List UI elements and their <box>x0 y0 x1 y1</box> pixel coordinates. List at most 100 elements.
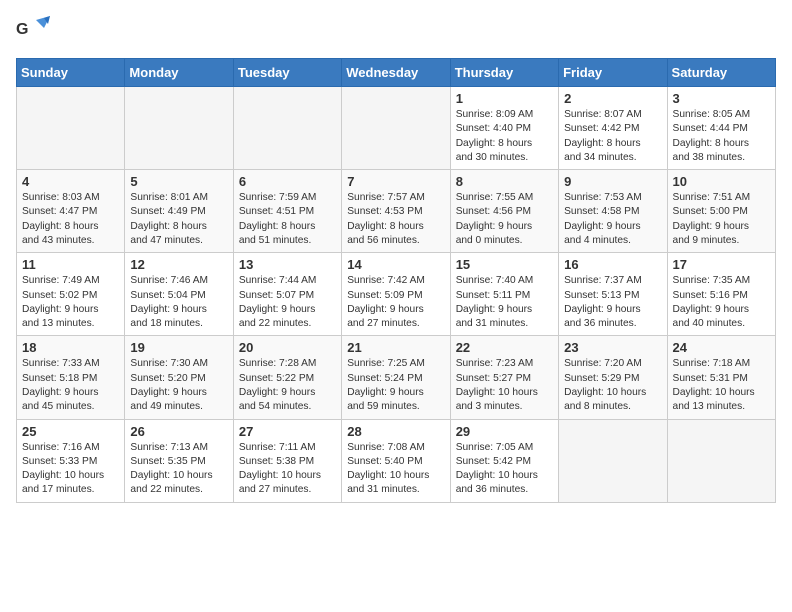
day-content: Sunrise: 7:46 AM Sunset: 5:04 PM Dayligh… <box>130 274 227 331</box>
col-header-friday: Friday <box>559 59 667 87</box>
day-content: Sunrise: 7:28 AM Sunset: 5:22 PM Dayligh… <box>239 357 336 414</box>
calendar-cell: 13 Sunrise: 7:44 AM Sunset: 5:07 PM Dayli… <box>233 253 341 336</box>
calendar-cell: 29 Sunrise: 7:05 AM Sunset: 5:42 PM Dayli… <box>450 419 558 502</box>
calendar-cell: 26 Sunrise: 7:13 AM Sunset: 5:35 PM Dayli… <box>125 419 233 502</box>
day-content: Sunrise: 7:11 AM Sunset: 5:38 PM Dayligh… <box>239 441 336 498</box>
calendar-cell: 24 Sunrise: 7:18 AM Sunset: 5:31 PM Dayli… <box>667 336 775 419</box>
calendar-cell: 25 Sunrise: 7:16 AM Sunset: 5:33 PM Dayli… <box>17 419 125 502</box>
col-header-sunday: Sunday <box>17 59 125 87</box>
day-number: 28 <box>347 424 444 439</box>
calendar-cell: 14 Sunrise: 7:42 AM Sunset: 5:09 PM Dayli… <box>342 253 450 336</box>
calendar-cell: 4 Sunrise: 8:03 AM Sunset: 4:47 PM Daylig… <box>17 170 125 253</box>
day-content: Sunrise: 7:57 AM Sunset: 4:53 PM Dayligh… <box>347 191 444 248</box>
col-header-saturday: Saturday <box>667 59 775 87</box>
calendar-cell: 19 Sunrise: 7:30 AM Sunset: 5:20 PM Dayli… <box>125 336 233 419</box>
day-content: Sunrise: 7:16 AM Sunset: 5:33 PM Dayligh… <box>22 441 119 498</box>
calendar-cell: 23 Sunrise: 7:20 AM Sunset: 5:29 PM Dayli… <box>559 336 667 419</box>
calendar-cell: 27 Sunrise: 7:11 AM Sunset: 5:38 PM Dayli… <box>233 419 341 502</box>
calendar-cell: 10Sunrise: 7:51 AM Sunset: 5:00 PM Dayli… <box>667 170 775 253</box>
day-number: 10 <box>673 174 770 189</box>
col-header-tuesday: Tuesday <box>233 59 341 87</box>
day-content: Sunrise: 7:05 AM Sunset: 5:42 PM Dayligh… <box>456 441 553 498</box>
calendar-cell: 21 Sunrise: 7:25 AM Sunset: 5:24 PM Dayli… <box>342 336 450 419</box>
calendar-header: SundayMondayTuesdayWednesdayThursdayFrid… <box>17 59 776 87</box>
calendar-cell: 3 Sunrise: 8:05 AM Sunset: 4:44 PM Daylig… <box>667 87 775 170</box>
day-content: Sunrise: 7:13 AM Sunset: 5:35 PM Dayligh… <box>130 441 227 498</box>
col-header-thursday: Thursday <box>450 59 558 87</box>
calendar-cell: 28Sunrise: 7:08 AM Sunset: 5:40 PM Dayli… <box>342 419 450 502</box>
calendar-table: SundayMondayTuesdayWednesdayThursdayFrid… <box>16 58 776 503</box>
day-number: 3 <box>673 91 770 106</box>
calendar-cell: 9 Sunrise: 7:53 AM Sunset: 4:58 PM Daylig… <box>559 170 667 253</box>
day-number: 23 <box>564 340 661 355</box>
day-number: 14 <box>347 257 444 272</box>
day-content: Sunrise: 7:20 AM Sunset: 5:29 PM Dayligh… <box>564 357 661 414</box>
day-content: Sunrise: 7:55 AM Sunset: 4:56 PM Dayligh… <box>456 191 553 248</box>
day-content: Sunrise: 7:49 AM Sunset: 5:02 PM Dayligh… <box>22 274 119 331</box>
calendar-cell: 15 Sunrise: 7:40 AM Sunset: 5:11 PM Dayli… <box>450 253 558 336</box>
day-number: 12 <box>130 257 227 272</box>
day-content: Sunrise: 7:23 AM Sunset: 5:27 PM Dayligh… <box>456 357 553 414</box>
day-number: 29 <box>456 424 553 439</box>
day-number: 27 <box>239 424 336 439</box>
day-content: Sunrise: 7:42 AM Sunset: 5:09 PM Dayligh… <box>347 274 444 331</box>
day-number: 6 <box>239 174 336 189</box>
day-content: Sunrise: 8:05 AM Sunset: 4:44 PM Dayligh… <box>673 108 770 165</box>
day-content: Sunrise: 7:40 AM Sunset: 5:11 PM Dayligh… <box>456 274 553 331</box>
calendar-cell: 12 Sunrise: 7:46 AM Sunset: 5:04 PM Dayli… <box>125 253 233 336</box>
day-content: Sunrise: 7:18 AM Sunset: 5:31 PM Dayligh… <box>673 357 770 414</box>
calendar-cell: 17 Sunrise: 7:35 AM Sunset: 5:16 PM Dayli… <box>667 253 775 336</box>
calendar-cell: 16 Sunrise: 7:37 AM Sunset: 5:13 PM Dayli… <box>559 253 667 336</box>
calendar-cell: 7 Sunrise: 7:57 AM Sunset: 4:53 PM Daylig… <box>342 170 450 253</box>
day-number: 26 <box>130 424 227 439</box>
day-content: Sunrise: 7:37 AM Sunset: 5:13 PM Dayligh… <box>564 274 661 331</box>
calendar-cell: 11Sunrise: 7:49 AM Sunset: 5:02 PM Dayli… <box>17 253 125 336</box>
day-number: 13 <box>239 257 336 272</box>
day-number: 2 <box>564 91 661 106</box>
calendar-cell: 2 Sunrise: 8:07 AM Sunset: 4:42 PM Daylig… <box>559 87 667 170</box>
day-number: 24 <box>673 340 770 355</box>
day-number: 8 <box>456 174 553 189</box>
calendar-cell <box>125 87 233 170</box>
day-content: Sunrise: 7:35 AM Sunset: 5:16 PM Dayligh… <box>673 274 770 331</box>
day-content: Sunrise: 7:59 AM Sunset: 4:51 PM Dayligh… <box>239 191 336 248</box>
day-content: Sunrise: 8:09 AM Sunset: 4:40 PM Dayligh… <box>456 108 553 165</box>
calendar-cell: 6 Sunrise: 7:59 AM Sunset: 4:51 PM Daylig… <box>233 170 341 253</box>
day-number: 22 <box>456 340 553 355</box>
logo-icon: G <box>16 16 50 46</box>
day-number: 21 <box>347 340 444 355</box>
day-content: Sunrise: 7:44 AM Sunset: 5:07 PM Dayligh… <box>239 274 336 331</box>
day-number: 16 <box>564 257 661 272</box>
calendar-cell <box>667 419 775 502</box>
day-content: Sunrise: 8:07 AM Sunset: 4:42 PM Dayligh… <box>564 108 661 165</box>
calendar-cell: 20 Sunrise: 7:28 AM Sunset: 5:22 PM Dayli… <box>233 336 341 419</box>
calendar-cell: 1 Sunrise: 8:09 AM Sunset: 4:40 PM Daylig… <box>450 87 558 170</box>
col-header-wednesday: Wednesday <box>342 59 450 87</box>
day-content: Sunrise: 7:33 AM Sunset: 5:18 PM Dayligh… <box>22 357 119 414</box>
day-number: 1 <box>456 91 553 106</box>
calendar-cell <box>342 87 450 170</box>
day-number: 17 <box>673 257 770 272</box>
day-content: Sunrise: 7:25 AM Sunset: 5:24 PM Dayligh… <box>347 357 444 414</box>
calendar-cell <box>233 87 341 170</box>
calendar-body: 1 Sunrise: 8:09 AM Sunset: 4:40 PM Daylig… <box>17 87 776 503</box>
day-number: 9 <box>564 174 661 189</box>
col-header-monday: Monday <box>125 59 233 87</box>
day-number: 7 <box>347 174 444 189</box>
day-number: 4 <box>22 174 119 189</box>
day-number: 18 <box>22 340 119 355</box>
day-content: Sunrise: 8:01 AM Sunset: 4:49 PM Dayligh… <box>130 191 227 248</box>
calendar-cell: 22 Sunrise: 7:23 AM Sunset: 5:27 PM Dayli… <box>450 336 558 419</box>
day-content: Sunrise: 7:30 AM Sunset: 5:20 PM Dayligh… <box>130 357 227 414</box>
day-number: 15 <box>456 257 553 272</box>
calendar-cell: 5 Sunrise: 8:01 AM Sunset: 4:49 PM Daylig… <box>125 170 233 253</box>
calendar-cell: 8 Sunrise: 7:55 AM Sunset: 4:56 PM Daylig… <box>450 170 558 253</box>
day-number: 20 <box>239 340 336 355</box>
day-content: Sunrise: 7:53 AM Sunset: 4:58 PM Dayligh… <box>564 191 661 248</box>
day-content: Sunrise: 8:03 AM Sunset: 4:47 PM Dayligh… <box>22 191 119 248</box>
day-number: 19 <box>130 340 227 355</box>
day-number: 5 <box>130 174 227 189</box>
calendar-cell <box>17 87 125 170</box>
day-number: 25 <box>22 424 119 439</box>
logo: G <box>16 16 54 46</box>
